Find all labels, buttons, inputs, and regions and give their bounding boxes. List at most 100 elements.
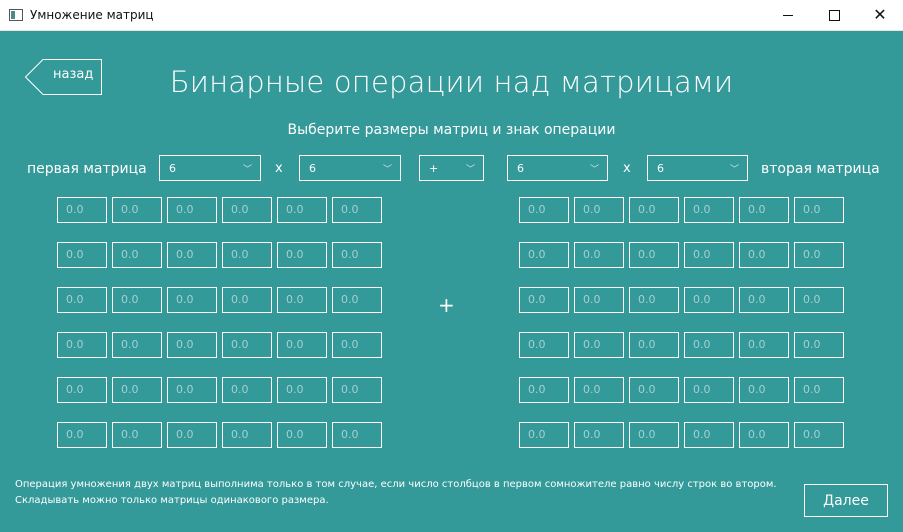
matrix-b-cell-input[interactable]: 0.0: [739, 422, 789, 448]
operation-sign: +: [438, 293, 455, 317]
matrix-a-cell-input[interactable]: 0.0: [57, 197, 107, 223]
main-panel: назад Бинарные операции над матрицами Вы…: [0, 31, 903, 532]
matrix-a-cell-input[interactable]: 0.0: [222, 377, 272, 403]
matrix-a-cell-input[interactable]: 0.0: [57, 332, 107, 358]
matrix-a-cell-input[interactable]: 0.0: [332, 242, 382, 268]
first-cols-value: 6: [309, 162, 316, 175]
second-matrix-label: вторая матрица: [761, 161, 880, 177]
matrix-a-cell-input[interactable]: 0.0: [57, 377, 107, 403]
matrix-a-cell-input[interactable]: 0.0: [222, 287, 272, 313]
matrix-a-cell-input[interactable]: 0.0: [332, 197, 382, 223]
matrix-b-cell-input[interactable]: 0.0: [574, 377, 624, 403]
second-cols-select[interactable]: 6 ﹀: [647, 155, 748, 181]
matrix-b-cell-input[interactable]: 0.0: [519, 197, 569, 223]
matrix-b-cell-input[interactable]: 0.0: [629, 287, 679, 313]
close-button[interactable]: ✕: [857, 0, 903, 30]
matrix-b-cell-input[interactable]: 0.0: [519, 242, 569, 268]
matrix-b-cell-input[interactable]: 0.0: [629, 242, 679, 268]
matrix-b-cell-input[interactable]: 0.0: [629, 422, 679, 448]
matrix-b-cell-input[interactable]: 0.0: [519, 332, 569, 358]
matrix-a-cell-input[interactable]: 0.0: [57, 287, 107, 313]
first-rows-value: 6: [169, 162, 176, 175]
matrix-b-cell-input[interactable]: 0.0: [629, 332, 679, 358]
matrix-b-cell-input[interactable]: 0.0: [794, 287, 844, 313]
matrix-a-cell-input[interactable]: 0.0: [167, 197, 217, 223]
matrix-b-cell-input[interactable]: 0.0: [574, 422, 624, 448]
operation-select[interactable]: + ﹀: [419, 155, 484, 181]
matrix-b-cell-input[interactable]: 0.0: [739, 242, 789, 268]
matrix-a-cell-input[interactable]: 0.0: [57, 242, 107, 268]
close-icon: ✕: [873, 5, 887, 24]
matrix-b-cell-input[interactable]: 0.0: [574, 242, 624, 268]
matrix-a-cell-input[interactable]: 0.0: [332, 287, 382, 313]
matrix-a-cell-input[interactable]: 0.0: [112, 377, 162, 403]
matrix-b-cell-input[interactable]: 0.0: [739, 377, 789, 403]
matrix-a-cell-input[interactable]: 0.0: [167, 377, 217, 403]
matrix-a-cell-input[interactable]: 0.0: [222, 332, 272, 358]
matrix-a-cell-input[interactable]: 0.0: [167, 422, 217, 448]
first-matrix-label: первая матрица: [27, 161, 147, 177]
matrix-b-cell-input[interactable]: 0.0: [574, 287, 624, 313]
second-times-sign: x: [623, 161, 631, 176]
matrix-b-cell-input[interactable]: 0.0: [684, 332, 734, 358]
matrix-a-cell-input[interactable]: 0.0: [277, 242, 327, 268]
matrix-a-cell-input[interactable]: 0.0: [277, 287, 327, 313]
matrix-a-cell-input[interactable]: 0.0: [167, 242, 217, 268]
matrix-b-cell-input[interactable]: 0.0: [684, 287, 734, 313]
matrix-a-cell-input[interactable]: 0.0: [112, 332, 162, 358]
matrix-a-cell-input[interactable]: 0.0: [167, 332, 217, 358]
matrix-a-cell-input[interactable]: 0.0: [222, 422, 272, 448]
matrix-b-cell-input[interactable]: 0.0: [519, 287, 569, 313]
matrix-b-cell-input[interactable]: 0.0: [519, 377, 569, 403]
matrix-b-cell-input[interactable]: 0.0: [684, 422, 734, 448]
matrix-b-cell-input[interactable]: 0.0: [684, 377, 734, 403]
title-bar: Умножение матриц ✕: [0, 0, 903, 31]
first-cols-select[interactable]: 6 ﹀: [299, 155, 401, 181]
matrix-b-cell-input[interactable]: 0.0: [629, 197, 679, 223]
matrix-a-cell-input[interactable]: 0.0: [277, 377, 327, 403]
matrix-b-cell-input[interactable]: 0.0: [739, 332, 789, 358]
page-subtitle: Выберите размеры матриц и знак операции: [287, 122, 616, 138]
matrix-a-cell-input[interactable]: 0.0: [112, 287, 162, 313]
matrix-a-cell-input[interactable]: 0.0: [332, 422, 382, 448]
matrix-b-cell-input[interactable]: 0.0: [519, 422, 569, 448]
matrix-a-cell-input[interactable]: 0.0: [332, 332, 382, 358]
matrix-a-cell-input[interactable]: 0.0: [332, 377, 382, 403]
help-note-line-1: Операция умножения двух матриц выполнима…: [15, 479, 777, 490]
matrix-b-cell-input[interactable]: 0.0: [794, 332, 844, 358]
matrix-b-cell-input[interactable]: 0.0: [794, 422, 844, 448]
matrix-a-cell-input[interactable]: 0.0: [277, 197, 327, 223]
matrix-b-cell-input[interactable]: 0.0: [794, 197, 844, 223]
second-rows-select[interactable]: 6 ﹀: [507, 155, 608, 181]
matrix-b-cell-input[interactable]: 0.0: [684, 197, 734, 223]
matrix-a-cell-input[interactable]: 0.0: [277, 332, 327, 358]
matrix-b-cell-input[interactable]: 0.0: [794, 242, 844, 268]
matrix-b-cell-input[interactable]: 0.0: [794, 377, 844, 403]
first-rows-select[interactable]: 6 ﹀: [159, 155, 261, 181]
maximize-button[interactable]: [811, 0, 857, 30]
minimize-button[interactable]: [765, 0, 811, 30]
matrix-a-cell-input[interactable]: 0.0: [112, 197, 162, 223]
next-button[interactable]: Далее: [804, 484, 888, 517]
matrix-b-cell-input[interactable]: 0.0: [574, 332, 624, 358]
matrix-a-cell-input[interactable]: 0.0: [222, 242, 272, 268]
matrix-a-cell-input[interactable]: 0.0: [112, 242, 162, 268]
matrix-a-cell-input[interactable]: 0.0: [57, 422, 107, 448]
matrix-a-cell-input[interactable]: 0.0: [222, 197, 272, 223]
page-title: Бинарные операции над матрицами: [169, 65, 734, 99]
matrix-a-cell-input[interactable]: 0.0: [112, 422, 162, 448]
chevron-down-icon: ﹀: [465, 165, 475, 175]
matrix-a-cell-input[interactable]: 0.0: [277, 422, 327, 448]
matrix-a-cell-input[interactable]: 0.0: [167, 287, 217, 313]
second-cols-value: 6: [657, 162, 664, 175]
matrix-b-cell-input[interactable]: 0.0: [629, 377, 679, 403]
help-note-line-2: Складывать можно только матрицы одинаков…: [15, 495, 329, 506]
operation-value: +: [429, 162, 439, 175]
matrix-b-cell-input[interactable]: 0.0: [739, 287, 789, 313]
matrix-b-cell-input[interactable]: 0.0: [574, 197, 624, 223]
matrix-b-cell-input[interactable]: 0.0: [739, 197, 789, 223]
maximize-icon: [828, 9, 840, 21]
second-rows-value: 6: [517, 162, 524, 175]
matrix-b-cell-input[interactable]: 0.0: [684, 242, 734, 268]
chevron-down-icon: ﹀: [242, 165, 252, 175]
